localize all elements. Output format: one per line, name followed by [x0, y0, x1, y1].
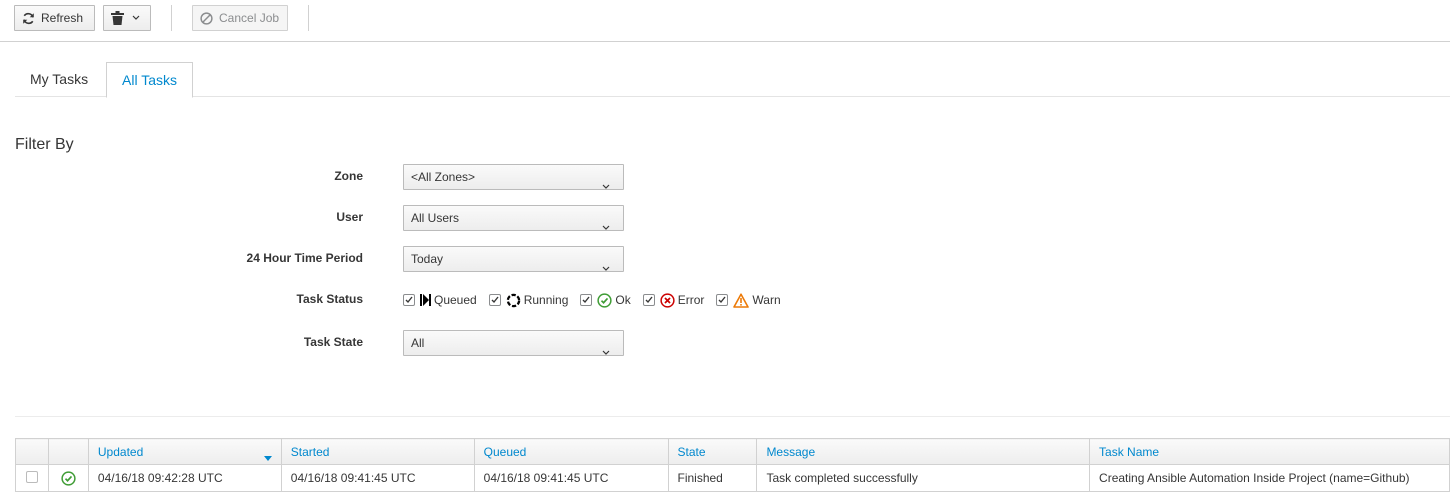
select-column-header	[15, 438, 49, 465]
tab-bar: My Tasks All Tasks	[15, 62, 1450, 98]
trash-icon	[111, 11, 124, 25]
queued-label: Queued	[434, 293, 477, 307]
column-header-label: Updated	[97, 444, 144, 459]
cell-message: Task completed successfully	[756, 464, 1091, 492]
time-period-select-value: Today	[411, 252, 444, 266]
ok-checkbox[interactable]	[580, 294, 593, 306]
toolbar-separator	[171, 5, 172, 31]
running-icon	[506, 293, 521, 308]
chevron-down-icon	[602, 174, 610, 198]
sort-descending-icon	[263, 450, 272, 464]
ok-label: Ok	[615, 293, 631, 307]
cancel-job-button[interactable]: Cancel Job	[192, 5, 288, 31]
status-option-ok: Ok	[580, 292, 631, 308]
status-option-error: Error	[642, 292, 705, 308]
row-checkbox[interactable]	[25, 470, 38, 483]
task-state-select[interactable]: All	[403, 330, 624, 356]
time-period-label: 24 Hour Time Period	[246, 251, 363, 265]
task-status-options: Queued Running Ok Error Warn	[403, 289, 793, 311]
user-select-value: All Users	[411, 211, 460, 225]
error-label: Error	[677, 293, 705, 307]
refresh-icon	[22, 12, 35, 25]
cell-state: Finished	[667, 464, 758, 492]
column-header-queued[interactable]: Queued	[473, 438, 669, 465]
error-icon	[660, 292, 675, 308]
chevron-down-icon	[602, 340, 610, 364]
status-option-queued: Queued	[403, 293, 477, 307]
queued-icon	[420, 294, 431, 306]
error-checkbox[interactable]	[642, 294, 655, 306]
zone-select[interactable]: <All Zones>	[403, 164, 624, 190]
toolbar-separator	[308, 5, 309, 31]
filter-title: Filter By	[15, 136, 74, 153]
running-checkbox[interactable]	[488, 294, 501, 306]
row-select-cell	[15, 464, 49, 492]
task-state-label: Task State	[303, 335, 363, 349]
user-select[interactable]: All Users	[403, 205, 624, 231]
warn-checkbox[interactable]	[716, 294, 729, 306]
row-status-cell	[47, 464, 89, 492]
table-header-row: Updated Started Queued State Message Tas…	[15, 438, 1450, 465]
delete-dropdown-button[interactable]	[103, 5, 151, 31]
column-header-state[interactable]: State	[667, 438, 758, 465]
zone-label: Zone	[334, 169, 363, 183]
time-period-select[interactable]: Today	[403, 246, 624, 272]
running-label: Running	[523, 293, 569, 307]
cell-task-name: Creating Ansible Automation Inside Proje…	[1089, 464, 1450, 492]
ban-icon	[200, 11, 213, 25]
refresh-button[interactable]: Refresh	[14, 5, 95, 31]
chevron-down-icon	[602, 215, 610, 239]
ok-icon	[597, 292, 613, 308]
warn-label: Warn	[752, 293, 781, 307]
cell-started: 04/16/18 09:41:45 UTC	[280, 464, 475, 492]
chevron-down-icon	[602, 256, 610, 280]
task-status-label: Task Status	[296, 292, 363, 306]
status-option-warn: Warn	[716, 292, 781, 308]
cell-updated: 04/16/18 09:42:28 UTC	[87, 464, 282, 492]
zone-select-value: <All Zones>	[411, 170, 476, 184]
tab-my-tasks[interactable]: My Tasks	[15, 62, 103, 97]
column-header-message[interactable]: Message	[756, 438, 1091, 465]
column-header-task-name[interactable]: Task Name	[1089, 438, 1450, 465]
section-divider	[15, 416, 1450, 417]
status-option-running: Running	[488, 293, 569, 308]
refresh-label: Refresh	[41, 11, 84, 25]
queued-checkbox[interactable]	[403, 294, 415, 306]
warning-icon	[733, 292, 750, 308]
cell-queued: 04/16/18 09:41:45 UTC	[473, 464, 669, 492]
toolbar: Refresh Cancel Job	[0, 0, 1450, 42]
user-label: User	[336, 210, 363, 224]
ok-icon	[61, 471, 76, 486]
task-state-select-value: All	[411, 336, 425, 350]
column-header-started[interactable]: Started	[280, 438, 475, 465]
tab-all-tasks[interactable]: All Tasks	[106, 62, 193, 98]
chevron-down-icon	[132, 15, 140, 21]
tasks-table: Updated Started Queued State Message Tas…	[15, 438, 1450, 492]
cancel-job-label: Cancel Job	[219, 11, 280, 25]
table-row[interactable]: 04/16/18 09:42:28 UTC 04/16/18 09:41:45 …	[15, 464, 1450, 492]
status-column-header	[47, 438, 89, 465]
column-header-updated[interactable]: Updated	[87, 438, 282, 465]
